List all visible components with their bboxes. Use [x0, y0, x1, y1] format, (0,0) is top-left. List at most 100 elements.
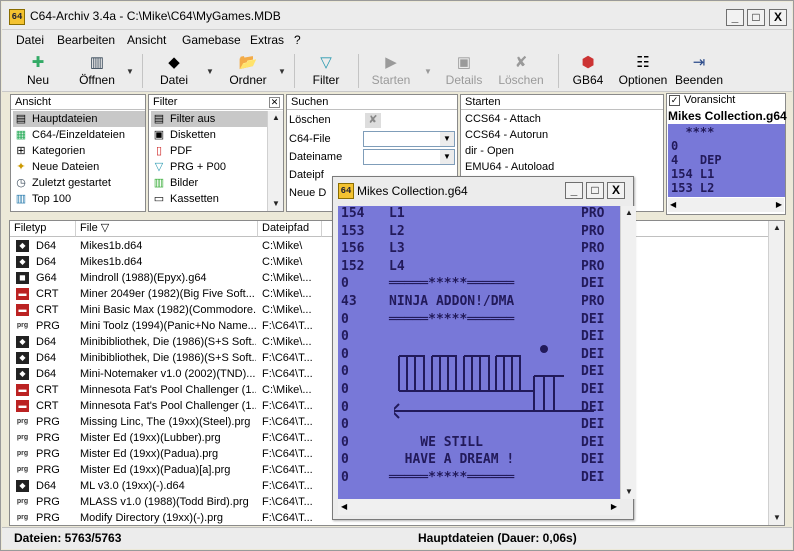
loeschen-button[interactable]: ✘ Löschen: [496, 51, 546, 91]
oeffnen-dropdown-icon[interactable]: ▼: [126, 67, 134, 76]
list-icon: ▤: [15, 113, 27, 126]
oeffnen-button[interactable]: ▥ Öffnen: [70, 51, 124, 91]
ordner-dropdown-icon[interactable]: ▼: [278, 67, 286, 76]
scroll-up-icon[interactable]: ▲: [622, 206, 636, 220]
popup-minimize-button[interactable]: _: [565, 182, 583, 199]
ansicht-item-label: Zuletzt gestartet: [32, 177, 111, 189]
starten-item[interactable]: dir - Open: [465, 143, 514, 159]
dateipfad-label: Dateipf: [289, 169, 324, 181]
main-window: 64 C64-Archiv 3.4a - C:\Mike\C64\MyGames…: [0, 0, 794, 551]
chevron-down-icon[interactable]: ▼: [440, 132, 454, 146]
voransicht-label: Voransicht: [684, 94, 736, 106]
starten-item[interactable]: CCS64 - Attach: [465, 111, 541, 127]
starten-item[interactable]: EMU64 - Autoload: [465, 159, 554, 175]
oeffnen-label: Öffnen: [79, 73, 115, 87]
filter-item-pdf[interactable]: ▯ PDF: [151, 143, 192, 159]
popup-vscrollbar[interactable]: ▲ ▼: [620, 206, 636, 499]
ansicht-item-top100[interactable]: ▥ Top 100: [13, 191, 71, 207]
cell-filetyp: PRG: [36, 432, 60, 444]
scroll-down-icon[interactable]: ▼: [269, 197, 283, 211]
app-icon: 64: [9, 9, 25, 25]
filter-item-disketten[interactable]: ▣ Disketten: [151, 127, 216, 143]
filetype-icon: ▬: [16, 384, 29, 396]
close-button[interactable]: X: [769, 9, 787, 26]
popup-hscrollbar[interactable]: ◀ ▶: [338, 499, 620, 515]
c64-dir-line: 153 L2 PRO: [341, 224, 620, 240]
grid-icon: ▦: [15, 129, 27, 142]
scroll-right-icon[interactable]: ▶: [776, 198, 782, 212]
ansicht-item-einzeldateien[interactable]: ▦ C64-/Einzeldateien: [13, 127, 125, 143]
c64-filetype: DEI: [581, 276, 605, 292]
starten-item[interactable]: CCS64 - Autorun: [465, 127, 548, 143]
grid-scrollbar[interactable]: ▲ ▼: [768, 221, 784, 525]
menu-help[interactable]: ?: [294, 33, 301, 47]
cell-filetyp: PRG: [36, 448, 60, 460]
scroll-down-icon[interactable]: ▼: [622, 485, 636, 499]
ordner-button[interactable]: 📂 Ordner: [224, 51, 272, 91]
dateiname-label: Dateiname: [289, 151, 343, 163]
col-file[interactable]: File ▽: [76, 221, 258, 237]
scroll-left-icon[interactable]: ◀: [341, 499, 347, 515]
menu-bearbeiten[interactable]: Bearbeiten: [57, 33, 115, 47]
c64file-select[interactable]: ▼: [363, 131, 455, 147]
details-button[interactable]: ▣ Details: [442, 51, 486, 91]
maximize-button[interactable]: □: [747, 9, 765, 26]
options-icon: ☷: [636, 54, 650, 71]
col-filetyp[interactable]: Filetyp: [10, 221, 76, 237]
scroll-down-icon[interactable]: ▼: [770, 511, 784, 525]
preview-hscrollbar[interactable]: ◀ ▶: [668, 198, 784, 212]
cell-dateipfad: F:\C64\T...: [262, 416, 313, 428]
clear-search-icon[interactable]: ✘: [365, 113, 381, 128]
cell-dateipfad: F:\C64\T...: [262, 400, 313, 412]
cell-filetyp: CRT: [36, 384, 59, 396]
menu-gamebase[interactable]: Gamebase: [182, 33, 241, 47]
beenden-button[interactable]: ⇥ Beenden: [674, 51, 724, 91]
loeschen-label: Löschen: [498, 73, 544, 87]
title-bar[interactable]: 64 C64-Archiv 3.4a - C:\Mike\C64\MyGames…: [2, 2, 792, 30]
starten-button[interactable]: ▶ Starten: [366, 51, 416, 91]
popup-close-button[interactable]: X: [607, 182, 625, 199]
filetype-icon: prg: [16, 418, 29, 425]
menu-extras[interactable]: Extras: [250, 33, 284, 47]
scroll-up-icon[interactable]: ▲: [269, 111, 283, 125]
ansicht-item-neue-dateien[interactable]: ✦ Neue Dateien: [13, 159, 99, 175]
c64-filename: NINJA ADDON!/DMA: [389, 294, 515, 309]
cell-file: Mister Ed (19xx)(Padua).prg: [80, 448, 219, 460]
minimize-button[interactable]: _: [726, 9, 744, 26]
filter-item-bilder[interactable]: ▥ Bilder: [151, 175, 198, 191]
datei-button[interactable]: ◆ Datei: [152, 51, 196, 91]
menu-datei[interactable]: Datei: [16, 33, 44, 47]
optionen-button[interactable]: ☷ Optionen: [616, 51, 670, 91]
filter-item-aus[interactable]: ▤ Filter aus: [151, 111, 267, 127]
dateiname-select[interactable]: ▼: [363, 149, 455, 165]
ansicht-item-kategorien[interactable]: ⊞ Kategorien: [13, 143, 85, 159]
scroll-left-icon[interactable]: ◀: [670, 198, 676, 212]
voransicht-checkbox[interactable]: ✓: [669, 95, 680, 106]
cell-filetyp: D64: [36, 368, 57, 380]
toolbar-separator: [558, 54, 559, 88]
filter-item-kassetten[interactable]: ▭ Kassetten: [151, 191, 219, 207]
c64-blocks: 0: [341, 346, 349, 362]
ansicht-item-zuletzt[interactable]: ◷ Zuletzt gestartet: [13, 175, 111, 191]
scroll-right-icon[interactable]: ▶: [611, 499, 617, 515]
neu-button[interactable]: ✚ Neu: [16, 51, 60, 91]
chevron-down-icon[interactable]: ▼: [440, 150, 454, 164]
c64-blocks: 153: [341, 223, 365, 239]
window-title: C64-Archiv 3.4a - C:\Mike\C64\MyGames.MD…: [30, 9, 281, 23]
ansicht-item-hauptdateien[interactable]: ▤ Hauptdateien: [13, 111, 145, 127]
gb64-button[interactable]: ⬢ GB64: [566, 51, 610, 91]
filter-scrollbar[interactable]: ▲ ▼: [267, 111, 283, 211]
cell-filetyp: CRT: [36, 304, 59, 316]
scroll-up-icon[interactable]: ▲: [770, 221, 784, 235]
col-dateipfad[interactable]: Dateipfad: [258, 221, 322, 237]
filter-item-prg[interactable]: ▽ PRG + P00: [151, 159, 226, 175]
popup-maximize-button[interactable]: □: [586, 182, 604, 199]
popup-window[interactable]: 64 Mikes Collection.g64 _ □ X 154 L1 PRO 15…: [332, 176, 636, 520]
close-icon[interactable]: ✕: [269, 97, 280, 108]
menu-ansicht[interactable]: Ansicht: [127, 33, 166, 47]
filter-button[interactable]: ▽ Filter: [304, 51, 348, 91]
datei-dropdown-icon[interactable]: ▼: [206, 67, 214, 76]
starten-dropdown-icon[interactable]: ▼: [424, 67, 432, 76]
details-label: Details: [445, 73, 483, 87]
cell-file: Minnesota Fat's Pool Challenger (1...: [80, 384, 256, 396]
